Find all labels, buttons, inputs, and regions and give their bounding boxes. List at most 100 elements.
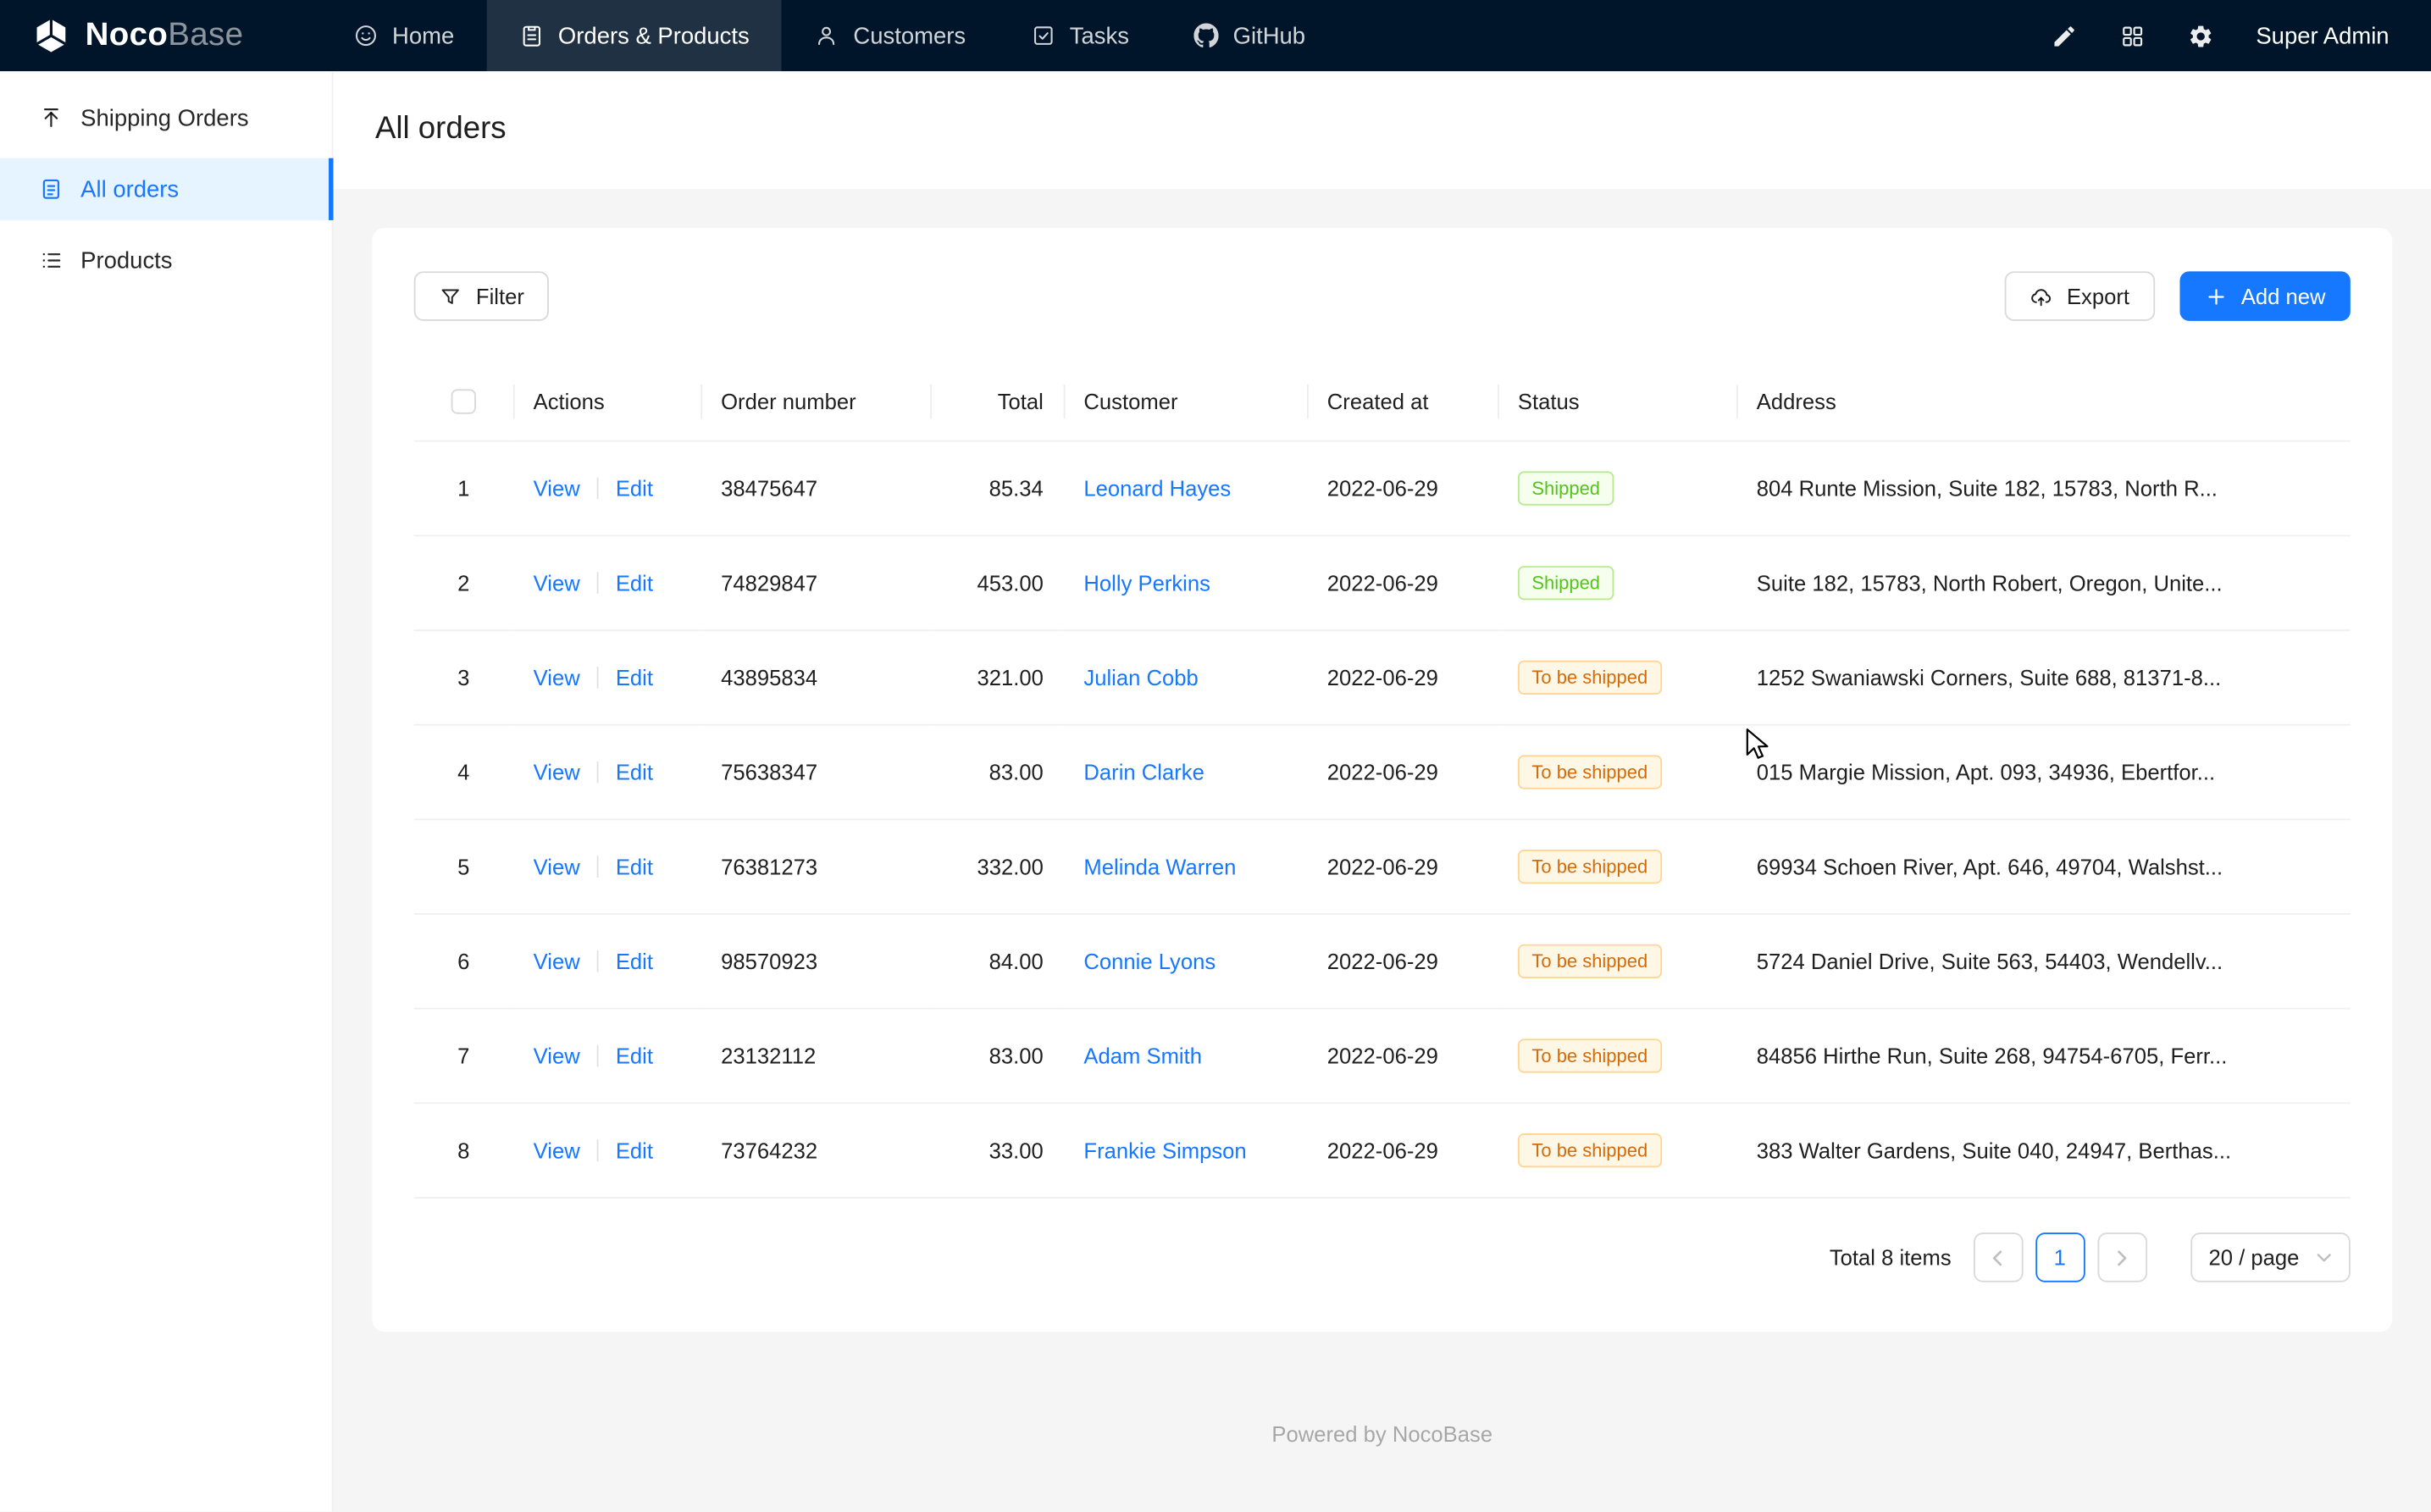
sidebar: Shipping Orders All orders bbox=[0, 71, 334, 1511]
created-at-cell: 2022-06-29 bbox=[1307, 820, 1498, 915]
customer-link[interactable]: Melinda Warren bbox=[1083, 855, 1236, 879]
pagination-total: Total 8 items bbox=[1830, 1245, 1952, 1270]
address-cell: Suite 182, 15783, North Robert, Oregon, … bbox=[1736, 536, 2351, 631]
nav-item-customers[interactable]: Customers bbox=[782, 0, 998, 71]
view-link[interactable]: View bbox=[534, 476, 580, 501]
edit-link[interactable]: Edit bbox=[616, 950, 653, 974]
select-all-header bbox=[414, 361, 513, 441]
total-cell: 85.34 bbox=[930, 441, 1063, 536]
nav-item-home[interactable]: Home bbox=[321, 0, 487, 71]
nocobase-logo[interactable]: NocoBase bbox=[25, 15, 265, 56]
main-area: All orders Filter bbox=[334, 71, 2431, 1511]
blocks-icon[interactable] bbox=[2119, 23, 2146, 49]
next-page-button[interactable] bbox=[2097, 1233, 2147, 1283]
address-cell: 1252 Swaniawski Corners, Suite 688, 8137… bbox=[1736, 631, 2351, 726]
orders-table: Actions Order number Total Customer Crea… bbox=[414, 361, 2351, 1199]
customer-link[interactable]: Adam Smith bbox=[1083, 1044, 1202, 1068]
column-header-address: Address bbox=[1736, 361, 2351, 441]
edit-link[interactable]: Edit bbox=[616, 476, 653, 501]
arrow-up-icon bbox=[39, 105, 64, 130]
customer-link[interactable]: Frankie Simpson bbox=[1083, 1138, 1246, 1163]
export-icon bbox=[2030, 285, 2052, 307]
column-header-status: Status bbox=[1498, 361, 1736, 441]
plus-icon bbox=[2204, 285, 2227, 307]
filter-button[interactable]: Filter bbox=[414, 271, 549, 321]
view-link[interactable]: View bbox=[534, 855, 580, 879]
status-badge: To be shipped bbox=[1518, 1134, 1662, 1168]
page-title: All orders bbox=[375, 112, 2394, 147]
status-badge: To be shipped bbox=[1518, 661, 1662, 695]
edit-link[interactable]: Edit bbox=[616, 571, 653, 595]
customer-link[interactable]: Leonard Hayes bbox=[1083, 476, 1231, 501]
page-size-select[interactable]: 20 / page bbox=[2190, 1233, 2351, 1283]
action-divider bbox=[597, 856, 599, 878]
view-link[interactable]: View bbox=[534, 666, 580, 690]
row-index: 4 bbox=[457, 760, 469, 784]
address-cell: 015 Margie Mission, Apt. 093, 34936, Ebe… bbox=[1736, 725, 2351, 820]
sidebar-item-all-orders[interactable]: All orders bbox=[0, 158, 332, 220]
chevron-left-icon bbox=[1990, 1249, 2007, 1266]
address-cell: 804 Runte Mission, Suite 182, 15783, Nor… bbox=[1736, 441, 2351, 536]
customer-link[interactable]: Julian Cobb bbox=[1083, 666, 1198, 690]
pagination: Total 8 items 1 bbox=[414, 1233, 2351, 1283]
chevron-right-icon bbox=[2113, 1249, 2130, 1266]
user-menu[interactable]: Super Admin bbox=[2256, 23, 2389, 49]
export-button[interactable]: Export bbox=[2005, 271, 2155, 321]
add-new-button[interactable]: Add new bbox=[2179, 271, 2351, 321]
page-header: All orders bbox=[334, 71, 2431, 189]
top-navbar: NocoBase Home bbox=[0, 0, 2431, 71]
total-cell: 453.00 bbox=[930, 536, 1063, 631]
action-divider bbox=[597, 667, 599, 690]
nav-item-github[interactable]: GitHub bbox=[1161, 0, 1337, 71]
nav-item-label: Home bbox=[392, 23, 454, 49]
customer-link[interactable]: Holly Perkins bbox=[1083, 571, 1210, 595]
row-index: 1 bbox=[457, 476, 469, 501]
address-cell: 383 Walter Gardens, Suite 040, 24947, Be… bbox=[1736, 1104, 2351, 1199]
filter-icon bbox=[439, 285, 462, 307]
select-all-checkbox[interactable] bbox=[451, 390, 476, 414]
total-cell: 332.00 bbox=[930, 820, 1063, 915]
edit-link[interactable]: Edit bbox=[616, 666, 653, 690]
view-link[interactable]: View bbox=[534, 950, 580, 974]
nav-item-tasks[interactable]: Tasks bbox=[999, 0, 1162, 71]
created-at-cell: 2022-06-29 bbox=[1307, 631, 1498, 726]
status-badge: To be shipped bbox=[1518, 756, 1662, 789]
edit-link[interactable]: Edit bbox=[616, 760, 653, 784]
address-cell: 5724 Daniel Drive, Suite 563, 54403, Wen… bbox=[1736, 915, 2351, 1010]
highlighter-icon[interactable] bbox=[2052, 23, 2078, 49]
page-number-1[interactable]: 1 bbox=[2035, 1233, 2085, 1283]
gear-icon[interactable] bbox=[2188, 23, 2214, 49]
action-divider bbox=[597, 1045, 599, 1067]
table-row: 1 ViewEdit 38475647 85.34 Leonard Hayes … bbox=[414, 441, 2351, 536]
address-cell: 69934 Schoen River, Apt. 646, 49704, Wal… bbox=[1736, 820, 2351, 915]
order-number-cell: 23132112 bbox=[701, 1009, 930, 1104]
nav-item-label: Customers bbox=[853, 23, 966, 49]
clipboard-icon bbox=[519, 23, 544, 47]
view-link[interactable]: View bbox=[534, 1044, 580, 1068]
column-header-customer: Customer bbox=[1064, 361, 1307, 441]
edit-link[interactable]: Edit bbox=[616, 1138, 653, 1163]
table-body: 1 ViewEdit 38475647 85.34 Leonard Hayes … bbox=[414, 441, 2351, 1198]
edit-link[interactable]: Edit bbox=[616, 1044, 653, 1068]
order-number-cell: 73764232 bbox=[701, 1104, 930, 1199]
created-at-cell: 2022-06-29 bbox=[1307, 441, 1498, 536]
edit-link[interactable]: Edit bbox=[616, 855, 653, 879]
sidebar-item-shipping-orders[interactable]: Shipping Orders bbox=[0, 87, 332, 149]
created-at-cell: 2022-06-29 bbox=[1307, 536, 1498, 631]
nav-item-orders-products[interactable]: Orders & Products bbox=[487, 0, 782, 71]
view-link[interactable]: View bbox=[534, 760, 580, 784]
view-link[interactable]: View bbox=[534, 1138, 580, 1163]
row-index: 6 bbox=[457, 950, 469, 974]
customer-link[interactable]: Connie Lyons bbox=[1083, 950, 1216, 974]
total-cell: 83.00 bbox=[930, 1009, 1063, 1104]
row-index: 3 bbox=[457, 666, 469, 690]
column-header-order-number: Order number bbox=[701, 361, 930, 441]
sidebar-item-products[interactable]: Products bbox=[0, 230, 332, 291]
row-index: 7 bbox=[457, 1044, 469, 1068]
nocobase-logo-icon bbox=[31, 15, 72, 56]
prev-page-button[interactable] bbox=[1973, 1233, 2023, 1283]
main-menu: Home Orders & Products bbox=[321, 0, 1338, 71]
customer-link[interactable]: Darin Clarke bbox=[1083, 760, 1204, 784]
view-link[interactable]: View bbox=[534, 571, 580, 595]
status-badge: Shipped bbox=[1518, 567, 1614, 601]
